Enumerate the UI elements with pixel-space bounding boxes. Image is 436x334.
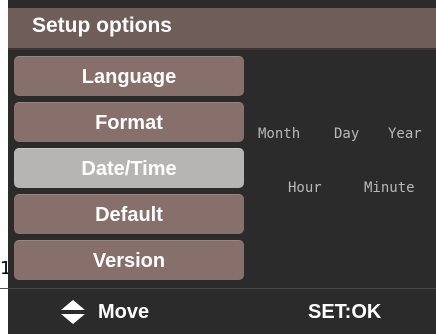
footer-bar: Move SET:OK [8, 288, 436, 334]
menu-item-default[interactable]: Default [14, 194, 244, 234]
move-label: Move [98, 301, 150, 323]
title-bar: Setup options [8, 8, 436, 50]
menu-item-format[interactable]: Format [14, 102, 244, 142]
up-down-arrow-icon [61, 300, 85, 324]
camera-setup-screen: Setup options Language Format Date/Time … [8, 0, 436, 334]
hour-field[interactable]: Hour [288, 180, 322, 196]
date-time-panel: Month Day Year Hour Minute [254, 52, 436, 282]
page-title: Setup options [32, 14, 172, 37]
month-field[interactable]: Month [258, 126, 300, 142]
day-field[interactable]: Day [334, 126, 359, 142]
content-area: Language Format Date/Time Default Versio… [8, 52, 436, 282]
menu-item-language[interactable]: Language [14, 56, 244, 96]
minute-field[interactable]: Minute [364, 180, 415, 196]
year-field[interactable]: Year [388, 126, 422, 142]
menu-item-date-time[interactable]: Date/Time [14, 148, 244, 188]
menu-item-version[interactable]: Version [14, 240, 244, 280]
stray-character: 1 [0, 258, 8, 289]
set-ok-hint: SET:OK [308, 301, 382, 323]
